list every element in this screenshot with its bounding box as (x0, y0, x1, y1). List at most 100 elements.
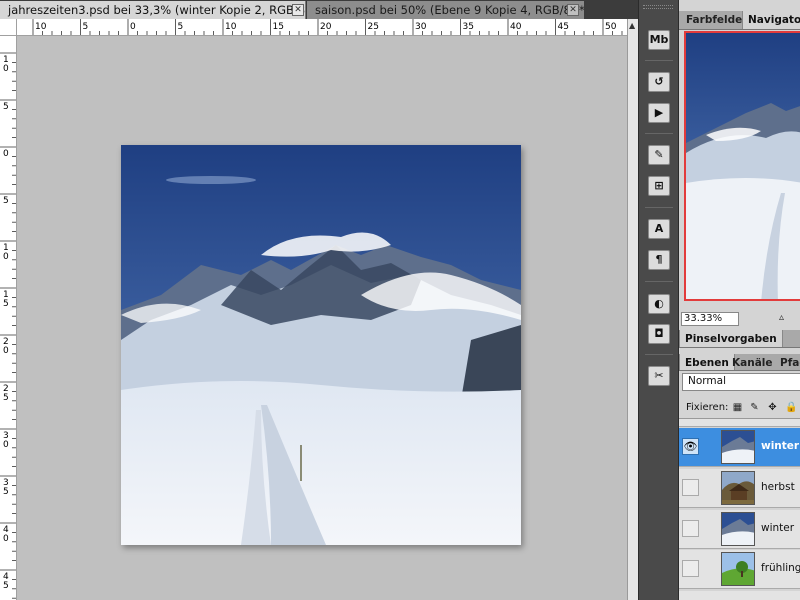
brush-presets-icon[interactable]: ✎ (648, 145, 670, 165)
navigator-thumbnail-image (686, 33, 800, 299)
layer-name[interactable]: winter K (761, 440, 800, 452)
layer-name[interactable]: winter (761, 522, 794, 534)
ruler-label: 50 (605, 22, 617, 32)
layer-thumbnail (721, 512, 755, 546)
tab-saison[interactable]: saison.psd bei 50% (Ebene 9 Kopie 4, RGB… (307, 1, 584, 19)
ruler-label: 5 (3, 299, 9, 309)
divider (645, 60, 673, 61)
navigator-preview[interactable] (684, 31, 800, 301)
lock-transparency-icon[interactable]: ▦ (732, 402, 743, 413)
tab-label: jahreszeiten3.psd bei 33,3% (winter Kopi… (8, 3, 306, 17)
tab-pinselvorgaben[interactable]: Pinselvorgaben (679, 330, 783, 347)
ruler-label: 0 (3, 64, 9, 74)
panels-column: Farbfelder Navigator 33.33% ▵ Pinselvorg… (678, 0, 800, 600)
visibility-toggle[interactable] (682, 520, 699, 537)
ruler-label: 25 (368, 22, 379, 32)
navigator-panel-tabs: Farbfelder Navigator (679, 11, 800, 30)
tab-jahreszeiten3[interactable]: jahreszeiten3.psd bei 33,3% (winter Kopi… (0, 1, 306, 19)
document-tab-bar: jahreszeiten3.psd bei 33,3% (winter Kopi… (0, 0, 638, 19)
vertical-scrollbar[interactable]: ▲ (627, 19, 638, 600)
adjustments-icon[interactable]: ◐ (648, 294, 670, 314)
layer-name[interactable]: frühling (761, 562, 800, 574)
layer-row[interactable]: winter (679, 510, 800, 549)
ruler-label: 10 (35, 22, 47, 32)
ruler-label: 0 (3, 346, 9, 356)
ruler-label: 0 (3, 534, 9, 544)
ruler-label: 5 (3, 196, 9, 206)
lock-row: Fixieren: ▦ ✎ ✥ 🔒 (679, 397, 800, 419)
lock-position-icon[interactable]: ✥ (767, 402, 778, 413)
ruler-label: 30 (415, 22, 427, 32)
close-icon[interactable]: ✕ (567, 4, 579, 16)
clone-source-icon[interactable]: ⊞ (648, 176, 670, 196)
tab-label: saison.psd bei 50% (Ebene 9 Kopie 4, RGB… (315, 3, 584, 17)
brush-presets-panel-tabs: Pinselvorgaben (679, 330, 800, 348)
scroll-up-icon[interactable]: ▲ (629, 21, 635, 30)
masks-icon[interactable]: ◘ (648, 324, 670, 344)
tools-icon[interactable]: ✂ (648, 366, 670, 386)
horizontal-ruler[interactable]: 1050510152025303540455055 (0, 19, 627, 36)
ruler-label: 35 (463, 22, 474, 32)
ruler-ticks: 1050510152025303540455055 (32, 19, 623, 35)
tab-navigator[interactable]: Navigator (742, 11, 800, 29)
ruler-label: 20 (320, 22, 332, 32)
zoom-out-icon[interactable]: ▵ (779, 312, 784, 323)
layer-row[interactable]: frühling (679, 550, 800, 589)
divider (645, 133, 673, 134)
herbst-thumbnail-image (722, 472, 754, 504)
ruler-label: 0 (3, 149, 9, 159)
zoom-field[interactable]: 33.33% (681, 312, 739, 326)
character-icon[interactable]: A (648, 219, 670, 239)
panel-dock-icons: Mb ↺ ▶ ✎ ⊞ A ¶ ◐ ◘ ✂ (638, 0, 678, 600)
winter-thumbnail-image (722, 513, 754, 545)
ruler-label: 15 (273, 22, 284, 32)
close-icon[interactable]: ✕ (292, 4, 304, 16)
paragraph-icon[interactable]: ¶ (648, 250, 670, 270)
ruler-label: 5 (3, 102, 9, 112)
layer-thumbnail (721, 430, 755, 464)
ruler-label: 10 (225, 22, 237, 32)
layers-panel-tabs: Ebenen Kanäle Pfad (679, 354, 800, 371)
ruler-label: 0 (130, 22, 136, 32)
mountain-scene-image (121, 145, 521, 545)
ruler-label: 0 (3, 252, 9, 262)
ruler-label: 0 (3, 440, 9, 450)
layer-thumbnail (721, 552, 755, 586)
visibility-toggle[interactable] (682, 479, 699, 496)
tab-pfade[interactable]: Pfad (775, 354, 800, 370)
visibility-toggle[interactable] (682, 560, 699, 577)
canvas-area[interactable] (17, 36, 627, 600)
ruler-label: 45 (558, 22, 569, 32)
ruler-label: 5 (83, 22, 89, 32)
layer-row[interactable]: 👁 winter K (679, 428, 800, 467)
layer-name[interactable]: herbst (761, 481, 795, 493)
layer-row-partial[interactable] (679, 591, 800, 600)
winter-thumbnail-image (722, 431, 754, 463)
layer-row-partial[interactable] (679, 419, 800, 427)
ruler-origin[interactable] (0, 19, 17, 36)
navigator-zoom-row: 33.33% ▵ (679, 310, 800, 328)
actions-icon[interactable]: ▶ (648, 103, 670, 123)
layer-row[interactable]: herbst (679, 469, 800, 508)
divider (645, 207, 673, 208)
ruler-label: 5 (178, 22, 184, 32)
lock-pixels-icon[interactable]: ✎ (749, 402, 760, 413)
lock-label: Fixieren: (686, 402, 729, 413)
ruler-label: 5 (3, 581, 9, 591)
mini-bridge-icon[interactable]: Mb (648, 30, 670, 50)
divider (645, 354, 673, 355)
divider (645, 281, 673, 282)
fruehling-thumbnail-image (722, 553, 754, 585)
ruler-label: 5 (3, 487, 9, 497)
lock-all-icon[interactable]: 🔒 (785, 402, 797, 413)
ruler-ticks: 105051015202530354045 (0, 52, 16, 599)
ruler-label: 5 (3, 393, 9, 403)
document-image[interactable] (121, 145, 521, 545)
drag-grip-icon[interactable] (643, 5, 673, 9)
vertical-ruler[interactable]: 105051015202530354045 (0, 36, 17, 600)
eye-icon[interactable]: 👁 (682, 438, 699, 455)
ruler-label: 40 (510, 22, 522, 32)
tab-kanaele[interactable]: Kanäle (727, 354, 778, 370)
blend-mode-select[interactable]: Normal (682, 373, 800, 391)
history-icon[interactable]: ↺ (648, 72, 670, 92)
